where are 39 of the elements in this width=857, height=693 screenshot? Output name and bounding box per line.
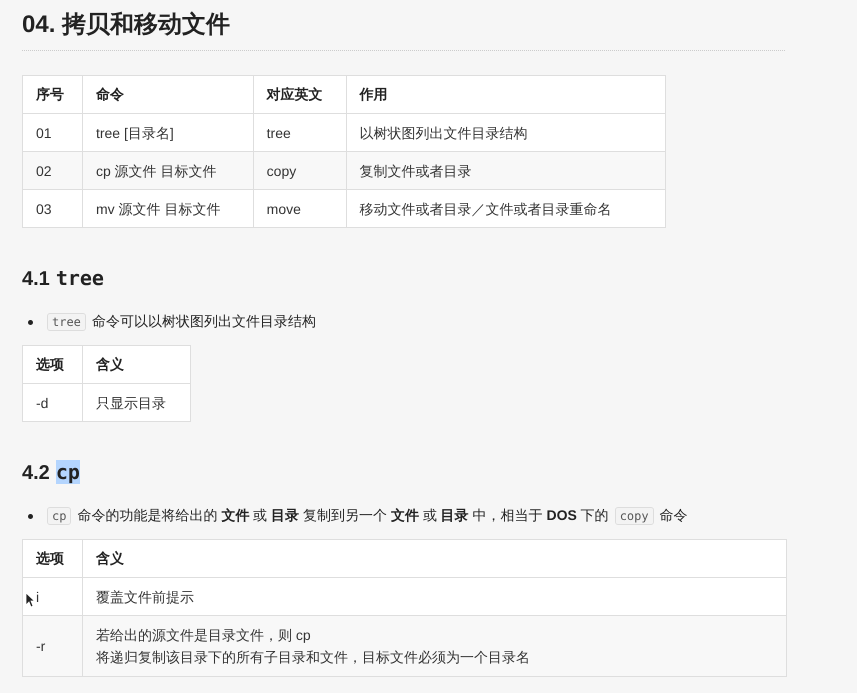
page-title: 04. 拷贝和移动文件 bbox=[22, 8, 785, 51]
column-header: 选项 bbox=[22, 540, 82, 578]
table-cell: 以树状图列出文件目录结构 bbox=[346, 114, 666, 152]
meaning-text: 若给出的源文件是目录文件，则 cp bbox=[96, 626, 312, 645]
section-heading: 4.2 bbox=[22, 462, 50, 485]
column-header: 作用 bbox=[346, 76, 666, 114]
inline-code: cp bbox=[47, 507, 72, 525]
selected-command-text: cp bbox=[56, 460, 80, 484]
table-cell: 02 bbox=[22, 152, 82, 190]
table-cell: mv 源文件 目标文件 bbox=[82, 190, 254, 228]
table-cell: copy bbox=[253, 152, 346, 190]
section-heading: 4.1 bbox=[22, 268, 50, 291]
command-text: tree bbox=[56, 266, 104, 290]
table-cell: tree [目录名] bbox=[82, 114, 254, 152]
column-header: 命令 bbox=[82, 76, 254, 114]
table-cell: 03 bbox=[22, 190, 82, 228]
column-header: 选项 bbox=[22, 346, 82, 384]
table-cell: 移动文件或者目录／文件或者目录重命名 bbox=[346, 190, 666, 228]
table-cell: -d bbox=[22, 384, 82, 422]
bullet-icon bbox=[28, 514, 33, 518]
column-header: 含义 bbox=[82, 540, 786, 578]
bullet-text: 命令可以以树状图列出文件目录结构 bbox=[92, 313, 316, 331]
meaning-text: 将递归复制该目录下的所有子目录和文件，目标文件必须为一个目录名 bbox=[96, 648, 531, 667]
meaning-text: 覆盖文件前提示 bbox=[96, 588, 195, 606]
table-cell: tree bbox=[253, 114, 346, 152]
bullet-text: 命令的功能是将给出的 文件 或 目录 复制到另一个 文件 或 目录 中，相当于 DOS 下的 bbox=[77, 507, 609, 525]
bullet-icon bbox=[28, 320, 33, 324]
table-cell: cp 源文件 目标文件 bbox=[82, 152, 254, 190]
table-cell: 复制文件或者目录 bbox=[346, 152, 666, 190]
table-cell: -r bbox=[22, 616, 82, 676]
mouse-pointer-icon bbox=[25, 592, 35, 608]
inline-code: tree bbox=[47, 313, 86, 331]
meaning-text: 只显示目录 bbox=[96, 394, 167, 412]
table-cell: move bbox=[253, 190, 346, 228]
column-header: 序号 bbox=[22, 76, 82, 114]
table-cell: 01 bbox=[22, 114, 82, 152]
bullet-text: 命令 bbox=[660, 507, 688, 525]
table-cell: i bbox=[22, 578, 82, 616]
inline-code: copy bbox=[614, 507, 654, 525]
